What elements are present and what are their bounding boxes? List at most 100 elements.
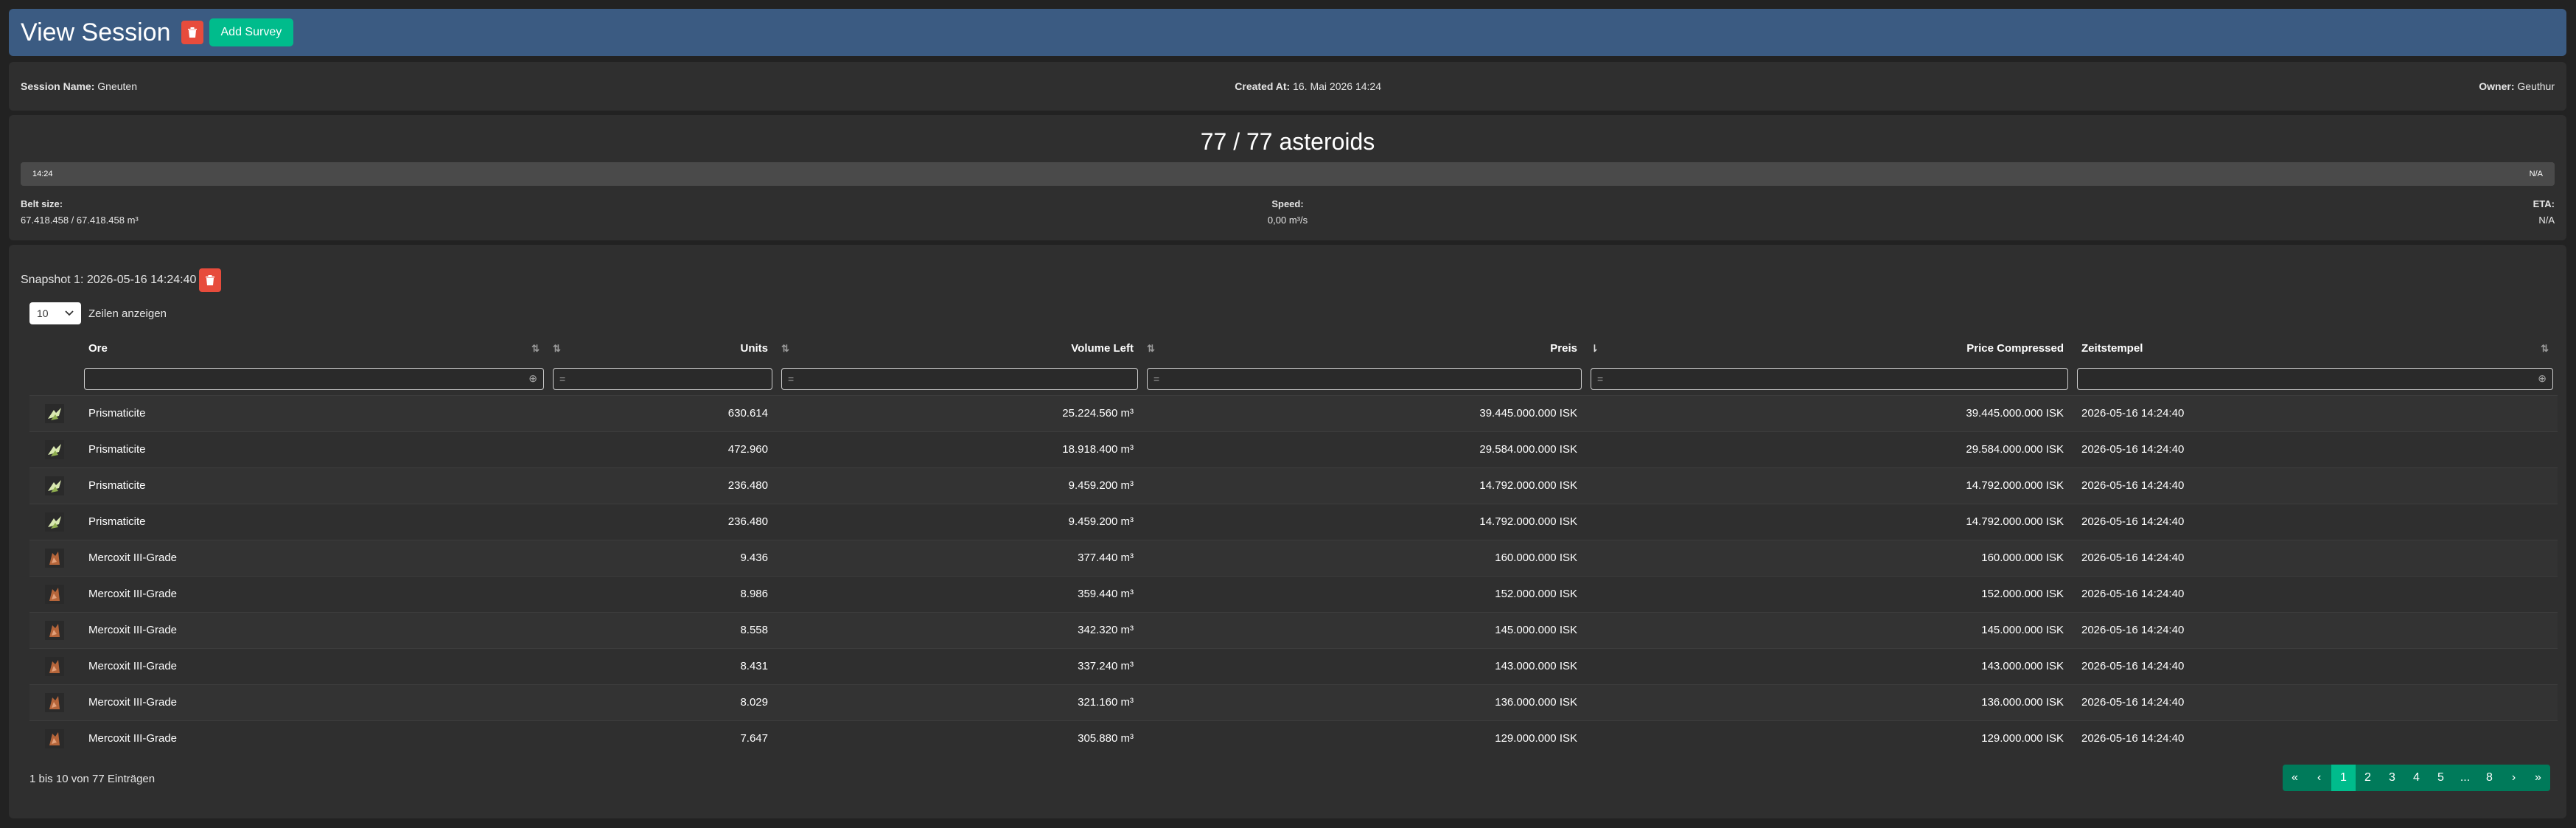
volume-cell: 18.918.400 m³ bbox=[777, 431, 1142, 467]
page-length-select[interactable]: 10 bbox=[29, 302, 81, 324]
page-button: ... bbox=[2460, 771, 2471, 784]
progress-panel: 77 / 77 asteroids 14:24 N/A Belt size: 67… bbox=[9, 115, 2566, 240]
table-row: Prismaticite 236.480 9.459.200 m³ 14.792.00… bbox=[29, 467, 2558, 504]
col-price-compressed[interactable]: ⇂ Price Compressed bbox=[1586, 333, 2073, 363]
ore-cell: Prismaticite bbox=[80, 431, 548, 467]
table-row: Mercoxit III-Grade 8.986 359.440 m³ 152.000… bbox=[29, 575, 2558, 612]
equals-icon: = bbox=[559, 372, 566, 385]
ore-cell: Prismaticite bbox=[80, 394, 548, 431]
table-row: Mercoxit III-Grade 8.558 342.320 m³ 145.000… bbox=[29, 611, 2558, 648]
ore-table: Ore ⇅ ⇅ Units ⇅ Volume Left ⇅ Preis ⇂ Price C… bbox=[29, 333, 2558, 756]
table-row: Mercoxit III-Grade 8.431 337.240 m³ 143.000… bbox=[29, 647, 2558, 684]
eta: ETA: N/A bbox=[2533, 198, 2555, 226]
table-info: 1 bis 10 von 77 Einträgen bbox=[29, 773, 156, 785]
sort-icon[interactable]: ⇅ bbox=[531, 343, 540, 355]
progress-bar-fill bbox=[21, 162, 2555, 186]
equals-icon: = bbox=[788, 372, 795, 385]
compressed-filter-input[interactable]: = bbox=[1591, 367, 2068, 390]
page-button[interactable]: 4 bbox=[2404, 765, 2429, 791]
col-preis[interactable]: ⇅ Preis bbox=[1142, 333, 1586, 363]
preis-cell: 152.000.000 ISK bbox=[1142, 575, 1586, 612]
mercoxit-icon bbox=[45, 620, 64, 640]
page-button[interactable]: 8 bbox=[2477, 765, 2502, 791]
compressed-cell: 39.445.000.000 ISK bbox=[1586, 394, 2073, 431]
preis-cell: 129.000.000 ISK bbox=[1142, 720, 1586, 756]
ore-cell: Prismaticite bbox=[80, 503, 548, 540]
volume-filter-input[interactable]: = bbox=[781, 367, 1138, 390]
sort-icon[interactable]: ⇅ bbox=[1147, 343, 1155, 355]
equals-icon: = bbox=[1153, 372, 1160, 385]
volume-cell: 305.880 m³ bbox=[777, 720, 1142, 756]
zeitstempel-cell: 2026-05-16 14:24:40 bbox=[2073, 611, 2558, 648]
page-button[interactable]: 1 bbox=[2331, 765, 2356, 791]
page-button[interactable]: ‹ bbox=[2307, 765, 2331, 791]
zeitstempel-filter-input[interactable]: ⊕ bbox=[2077, 367, 2553, 390]
preis-filter-input[interactable]: = bbox=[1147, 367, 1582, 390]
sort-desc-icon[interactable]: ⇂ bbox=[1591, 343, 1599, 355]
volume-cell: 342.320 m³ bbox=[777, 611, 1142, 648]
delete-session-button[interactable] bbox=[181, 21, 203, 44]
ore-cell: Mercoxit III-Grade bbox=[80, 575, 548, 612]
ore-cell: Prismaticite bbox=[80, 467, 548, 504]
units-cell: 8.431 bbox=[548, 647, 777, 684]
preis-cell: 39.445.000.000 ISK bbox=[1142, 394, 1586, 431]
delete-snapshot-button[interactable] bbox=[199, 268, 222, 292]
preis-cell: 136.000.000 ISK bbox=[1142, 683, 1586, 720]
volume-cell: 377.440 m³ bbox=[777, 539, 1142, 576]
ore-filter-input[interactable]: ⊕ bbox=[84, 367, 544, 390]
compressed-cell: 129.000.000 ISK bbox=[1586, 720, 2073, 756]
mercoxit-icon bbox=[45, 548, 64, 568]
sort-icon[interactable]: ⇅ bbox=[2541, 343, 2549, 355]
preis-cell: 29.584.000.000 ISK bbox=[1142, 431, 1586, 467]
zeitstempel-cell: 2026-05-16 14:24:40 bbox=[2073, 575, 2558, 612]
col-zeitstempel[interactable]: Zeitstempel ⇅ bbox=[2073, 333, 2558, 363]
units-cell: 630.614 bbox=[548, 394, 777, 431]
col-volume-left[interactable]: ⇅ Volume Left bbox=[777, 333, 1142, 363]
pagination: «‹ 1 2 3 4 5... 8 ›» bbox=[2283, 765, 2550, 791]
zeitstempel-cell: 2026-05-16 14:24:40 bbox=[2073, 431, 2558, 467]
volume-cell: 9.459.200 m³ bbox=[777, 503, 1142, 540]
page-button[interactable]: 3 bbox=[2380, 765, 2404, 791]
snapshot-panel: Snapshot 1: 2026-05-16 14:24:40 10 Zeile… bbox=[9, 245, 2566, 818]
units-cell: 8.029 bbox=[548, 683, 777, 720]
compressed-cell: 143.000.000 ISK bbox=[1586, 647, 2073, 684]
compressed-cell: 160.000.000 ISK bbox=[1586, 539, 2073, 576]
col-icon bbox=[29, 333, 80, 363]
page-button[interactable]: « bbox=[2283, 765, 2307, 791]
table-row: Mercoxit III-Grade 9.436 377.440 m³ 160.000… bbox=[29, 539, 2558, 576]
page-button[interactable]: 5 bbox=[2429, 765, 2453, 791]
snapshot-title: Snapshot 1: 2026-05-16 14:24:40 bbox=[21, 274, 197, 286]
asteroid-count: 77 / 77 asteroids bbox=[1200, 128, 1375, 155]
session-name: Session Name: Gneuten bbox=[21, 80, 137, 92]
compressed-cell: 152.000.000 ISK bbox=[1586, 575, 2073, 612]
table-row: Prismaticite 236.480 9.459.200 m³ 14.792.00… bbox=[29, 503, 2558, 540]
snapshot-header: Snapshot 1: 2026-05-16 14:24:40 bbox=[21, 268, 227, 292]
mercoxit-icon bbox=[45, 728, 64, 748]
units-cell: 8.558 bbox=[548, 611, 777, 648]
table-row: Mercoxit III-Grade 8.029 321.160 m³ 136.000… bbox=[29, 683, 2558, 720]
table-row: Prismaticite 630.614 25.224.560 m³ 39.445.0… bbox=[29, 394, 2558, 431]
volume-cell: 321.160 m³ bbox=[777, 683, 1142, 720]
zeitstempel-cell: 2026-05-16 14:24:40 bbox=[2073, 683, 2558, 720]
mercoxit-icon bbox=[45, 692, 64, 712]
sort-icon[interactable]: ⇅ bbox=[553, 343, 561, 355]
page-title: View Session bbox=[21, 18, 171, 46]
select-filter-icon[interactable]: ⊕ bbox=[528, 372, 537, 385]
add-survey-button[interactable]: Add Survey bbox=[209, 18, 294, 46]
mercoxit-icon bbox=[45, 584, 64, 604]
page-button[interactable]: » bbox=[2526, 765, 2550, 791]
select-filter-icon[interactable]: ⊕ bbox=[2538, 372, 2547, 385]
col-units[interactable]: ⇅ Units bbox=[548, 333, 777, 363]
chevron-down-icon bbox=[65, 310, 74, 316]
units-filter-input[interactable]: = bbox=[553, 367, 772, 390]
page-button[interactable]: › bbox=[2502, 765, 2526, 791]
session-owner: Owner: Geuthur bbox=[2479, 80, 2555, 92]
sort-icon[interactable]: ⇅ bbox=[781, 343, 789, 355]
ore-cell: Mercoxit III-Grade bbox=[80, 683, 548, 720]
units-cell: 9.436 bbox=[548, 539, 777, 576]
preis-cell: 160.000.000 ISK bbox=[1142, 539, 1586, 576]
table-row: Prismaticite 472.960 18.918.400 m³ 29.584.0… bbox=[29, 431, 2558, 467]
prismaticite-icon bbox=[45, 512, 64, 532]
col-ore[interactable]: Ore ⇅ bbox=[80, 333, 548, 363]
page-button[interactable]: 2 bbox=[2356, 765, 2380, 791]
